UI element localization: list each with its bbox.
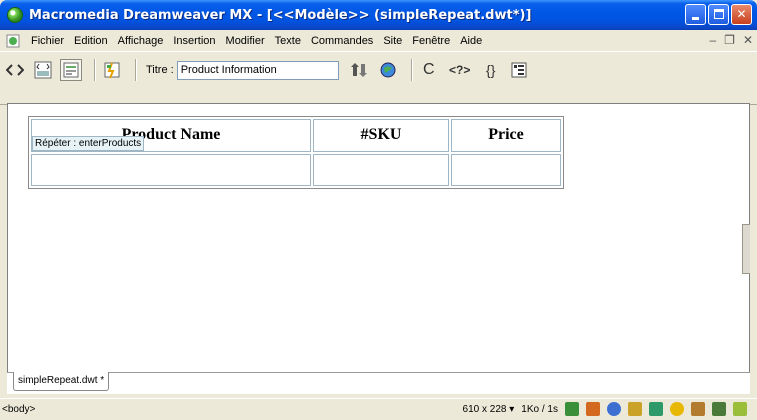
download-time: 1Ko / 1s [521, 403, 558, 415]
close-button[interactable]: ✕ [731, 4, 752, 25]
tag-selector[interactable]: <body> [2, 404, 35, 415]
doc-close-icon[interactable]: ✕ [743, 33, 753, 47]
menu-edition[interactable]: Edition [69, 35, 113, 47]
document-title-input[interactable] [176, 60, 339, 80]
view-options-icon[interactable] [508, 59, 530, 81]
table-row [31, 153, 561, 186]
repeating-region-table[interactable]: Product Name #SKU Price [28, 116, 564, 189]
panel-expander-handle[interactable] [742, 224, 750, 274]
status-bar: <body> 610 x 228 ▾ 1Ko / 1s [0, 398, 757, 420]
toolbar-separator [410, 59, 412, 81]
table-cell[interactable] [313, 153, 449, 186]
assets-icon[interactable] [586, 402, 600, 416]
window-controls: ✕ [685, 4, 752, 25]
file-management-icon[interactable] [349, 59, 371, 81]
split-view-icon[interactable] [32, 59, 54, 81]
code-view-icon[interactable] [4, 59, 26, 81]
menu-site[interactable]: Site [378, 35, 407, 47]
close-icon: ✕ [736, 7, 747, 21]
preview-browser-icon[interactable] [377, 59, 399, 81]
history-icon[interactable] [670, 402, 684, 416]
minimize-icon [692, 17, 699, 20]
doc-restore-icon[interactable]: ❐ [724, 33, 735, 47]
dreamweaver-app-icon[interactable] [7, 7, 23, 23]
design-view-icon[interactable] [60, 59, 82, 81]
refresh-icon[interactable]: C [418, 59, 440, 81]
title-bar[interactable]: Macromedia Dreamweaver MX - [<<Modèle>> … [0, 0, 757, 30]
menu-insertion[interactable]: Insertion [168, 35, 220, 47]
window-title: Macromedia Dreamweaver MX - [<<Modèle>> … [29, 7, 532, 23]
menu-aide[interactable]: Aide [455, 35, 487, 47]
doc-window-controls: – ❐ ✕ [709, 33, 753, 47]
menu-fenetre[interactable]: Fenêtre [407, 35, 455, 47]
menu-affichage[interactable]: Affichage [113, 35, 169, 47]
document-toolbar: Titre : C <?> {} [0, 51, 757, 105]
site-icon[interactable] [565, 402, 579, 416]
timeline-icon[interactable] [691, 402, 705, 416]
menu-texte[interactable]: Texte [270, 35, 306, 47]
menu-modifier[interactable]: Modifier [221, 35, 270, 47]
css-styles-icon[interactable] [628, 402, 642, 416]
repeat-region-tag[interactable]: Répéter : enterProducts [32, 136, 145, 151]
html-styles-icon[interactable] [607, 402, 621, 416]
table-cell[interactable] [31, 153, 311, 186]
code-navigation-icon[interactable]: {} [480, 59, 502, 81]
header-sku[interactable]: #SKU [313, 119, 449, 152]
header-price[interactable]: Price [451, 119, 561, 152]
document-tab[interactable]: simpleRepeat.dwt * [13, 372, 110, 391]
code-inspector-icon[interactable] [712, 402, 726, 416]
doc-minimize-icon[interactable]: – [709, 33, 716, 47]
document-icon[interactable] [6, 34, 20, 48]
table-cell[interactable] [451, 153, 561, 186]
server-behaviors-icon[interactable] [733, 402, 747, 416]
window-size-value: 610 x 228 [462, 403, 507, 415]
behaviors-icon[interactable] [649, 402, 663, 416]
menu-commandes[interactable]: Commandes [306, 35, 378, 47]
title-label: Titre : [146, 64, 174, 76]
reference-icon[interactable]: <?> [446, 59, 474, 81]
window-size-display[interactable]: 610 x 228 ▾ [463, 404, 515, 415]
design-view[interactable]: Product Name #SKU Price Répéter : enterP… [7, 103, 750, 393]
live-data-icon[interactable] [101, 59, 123, 81]
toolbar-separator [135, 59, 136, 81]
minimize-button[interactable] [685, 4, 706, 25]
document-tab-strip: simpleRepeat.dwt * [7, 372, 750, 394]
menu-fichier[interactable]: Fichier [26, 35, 69, 47]
maximize-icon [713, 9, 724, 19]
toolbar-separator [94, 59, 95, 81]
menu-bar: Fichier Edition Affichage Insertion Modi… [0, 30, 757, 51]
status-right-area: 610 x 228 ▾ 1Ko / 1s [463, 402, 747, 416]
maximize-button[interactable] [708, 4, 729, 25]
